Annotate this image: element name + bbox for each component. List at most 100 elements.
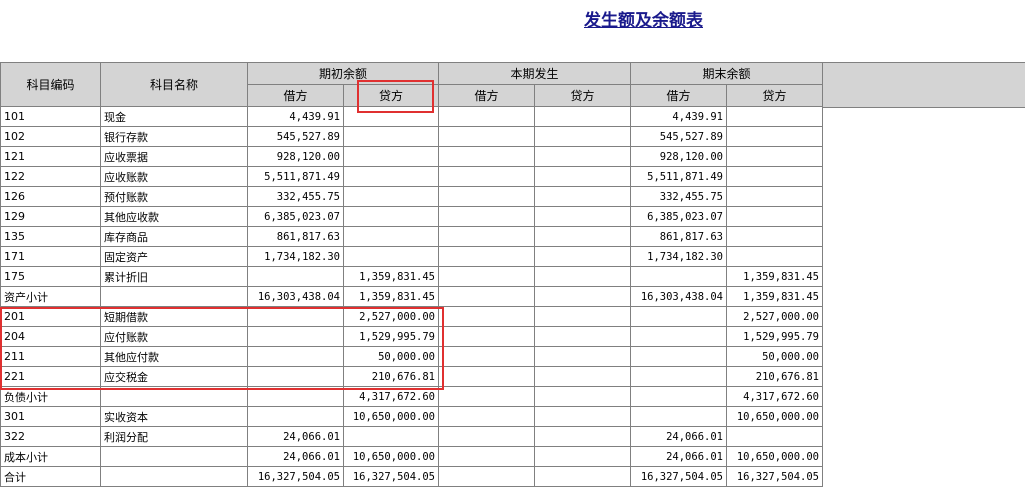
row-closing-debit[interactable]: 16,327,504.05 [630,466,727,487]
row-closing-debit[interactable] [630,326,727,347]
row-opening-credit[interactable] [343,166,439,187]
row-closing-debit[interactable]: 4,439.91 [630,106,727,127]
row-name[interactable]: 银行存款 [100,126,248,147]
row-period-debit[interactable] [438,106,535,127]
row-opening-credit[interactable]: 210,676.81 [343,366,439,387]
row-opening-credit[interactable] [343,186,439,207]
table-row[interactable]: 171 固定资产 1,734,182.30 1,734,182.30 [0,246,823,267]
header-period-debit[interactable]: 借方 [438,84,535,107]
row-opening-debit[interactable]: 545,527.89 [247,126,344,147]
row-code[interactable]: 合计 [0,466,101,487]
row-period-credit[interactable] [534,146,631,167]
row-closing-credit[interactable]: 10,650,000.00 [726,446,823,467]
row-closing-debit[interactable] [630,306,727,327]
row-opening-debit[interactable] [247,386,344,407]
header-opening-debit[interactable]: 借方 [247,84,344,107]
table-row[interactable]: 322 利润分配 24,066.01 24,066.01 [0,426,823,447]
row-period-credit[interactable] [534,266,631,287]
row-name[interactable] [100,286,248,307]
row-code[interactable]: 102 [0,126,101,147]
row-period-credit[interactable] [534,186,631,207]
row-closing-debit[interactable]: 1,734,182.30 [630,246,727,267]
row-opening-credit[interactable]: 4,317,672.60 [343,386,439,407]
row-code[interactable]: 资产小计 [0,286,101,307]
row-code[interactable]: 171 [0,246,101,267]
row-code[interactable]: 211 [0,346,101,367]
header-period-credit[interactable]: 贷方 [534,84,631,107]
row-opening-debit[interactable]: 1,734,182.30 [247,246,344,267]
row-name[interactable]: 应付账款 [100,326,248,347]
row-name[interactable]: 短期借款 [100,306,248,327]
row-opening-credit[interactable]: 1,359,831.45 [343,286,439,307]
row-period-debit[interactable] [438,166,535,187]
row-closing-debit[interactable]: 928,120.00 [630,146,727,167]
row-closing-debit[interactable]: 332,455.75 [630,186,727,207]
row-closing-debit[interactable] [630,266,727,287]
row-period-credit[interactable] [534,446,631,467]
row-closing-credit[interactable] [726,246,823,267]
row-code[interactable]: 负债小计 [0,386,101,407]
row-opening-credit[interactable]: 50,000.00 [343,346,439,367]
row-code[interactable]: 成本小计 [0,446,101,467]
row-closing-credit[interactable]: 210,676.81 [726,366,823,387]
header-name[interactable]: 科目名称 [100,62,248,107]
row-closing-debit[interactable]: 16,303,438.04 [630,286,727,307]
row-period-credit[interactable] [534,126,631,147]
row-period-credit[interactable] [534,226,631,247]
row-code[interactable]: 121 [0,146,101,167]
row-closing-credit[interactable] [726,206,823,227]
row-period-debit[interactable] [438,126,535,147]
row-opening-debit[interactable]: 16,327,504.05 [247,466,344,487]
row-opening-debit[interactable] [247,326,344,347]
row-period-credit[interactable] [534,466,631,487]
row-opening-credit[interactable]: 16,327,504.05 [343,466,439,487]
table-row[interactable]: 129 其他应收款 6,385,023.07 6,385,023.07 [0,206,823,227]
header-opening-credit[interactable]: 贷方 [343,84,439,107]
row-closing-credit[interactable] [726,186,823,207]
row-closing-credit[interactable]: 4,317,672.60 [726,386,823,407]
row-opening-debit[interactable]: 6,385,023.07 [247,206,344,227]
row-period-credit[interactable] [534,366,631,387]
row-closing-credit[interactable]: 10,650,000.00 [726,406,823,427]
row-code[interactable]: 204 [0,326,101,347]
row-code[interactable]: 135 [0,226,101,247]
row-period-credit[interactable] [534,206,631,227]
row-closing-credit[interactable] [726,106,823,127]
row-period-debit[interactable] [438,286,535,307]
row-period-credit[interactable] [534,246,631,267]
row-closing-debit[interactable]: 6,385,023.07 [630,206,727,227]
row-code[interactable]: 101 [0,106,101,127]
table-row[interactable]: 资产小计 16,303,438.04 1,359,831.45 16,303,438.… [0,286,823,307]
row-opening-credit[interactable] [343,206,439,227]
row-closing-credit[interactable] [726,126,823,147]
row-opening-debit[interactable]: 16,303,438.04 [247,286,344,307]
table-row[interactable]: 121 应收票据 928,120.00 928,120.00 [0,146,823,167]
row-name[interactable] [100,466,248,487]
row-closing-debit[interactable] [630,346,727,367]
table-row[interactable]: 101 现金 4,439.91 4,439.91 [0,106,823,127]
table-row[interactable]: 221 应交税金 210,676.81 210,676.81 [0,366,823,387]
table-row[interactable]: 126 预付账款 332,455.75 332,455.75 [0,186,823,207]
row-closing-debit[interactable] [630,366,727,387]
row-closing-debit[interactable]: 861,817.63 [630,226,727,247]
row-period-debit[interactable] [438,366,535,387]
row-code[interactable]: 122 [0,166,101,187]
row-opening-credit[interactable] [343,106,439,127]
row-name[interactable]: 应收账款 [100,166,248,187]
row-opening-debit[interactable] [247,406,344,427]
row-period-credit[interactable] [534,106,631,127]
row-opening-debit[interactable]: 928,120.00 [247,146,344,167]
row-opening-credit[interactable]: 2,527,000.00 [343,306,439,327]
row-opening-debit[interactable]: 4,439.91 [247,106,344,127]
row-opening-debit[interactable] [247,266,344,287]
header-period-activity[interactable]: 本期发生 [438,62,631,85]
row-period-debit[interactable] [438,206,535,227]
table-row[interactable]: 175 累计折旧 1,359,831.45 1,359,831.45 [0,266,823,287]
row-period-debit[interactable] [438,406,535,427]
row-opening-credit[interactable] [343,246,439,267]
row-opening-credit[interactable]: 10,650,000.00 [343,446,439,467]
row-name[interactable]: 预付账款 [100,186,248,207]
row-opening-credit[interactable]: 1,359,831.45 [343,266,439,287]
row-code[interactable]: 201 [0,306,101,327]
row-closing-credit[interactable] [726,426,823,447]
